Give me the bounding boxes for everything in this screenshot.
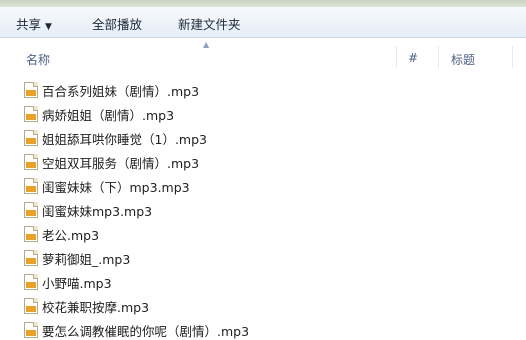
share-button[interactable]: 共享 ▼ xyxy=(16,14,52,33)
mp3-file-icon xyxy=(24,154,38,170)
mp3-file-icon xyxy=(24,250,38,266)
column-divider[interactable] xyxy=(438,46,439,68)
file-row[interactable]: 闺蜜妹妹（下）mp3.mp3 xyxy=(24,176,404,196)
file-name: 百合系列姐妹（剧情）.mp3 xyxy=(42,83,200,99)
play-all-button[interactable]: 全部播放 xyxy=(92,14,142,33)
mp3-file-icon xyxy=(24,226,38,242)
file-name: 要怎么调教催眠的你呢（剧情）.mp3 xyxy=(42,323,250,339)
file-row[interactable]: 校花兼职按摩.mp3 xyxy=(24,296,404,316)
column-header-name[interactable]: 名称 xyxy=(26,51,50,68)
command-toolbar: 共享 ▼ 全部播放 新建文件夹 xyxy=(0,7,526,38)
file-row[interactable]: 小野喵.mp3 xyxy=(24,272,404,292)
column-header-title[interactable]: 标题 xyxy=(451,51,475,68)
chevron-down-icon: ▼ xyxy=(45,22,52,32)
file-name: 姐姐舔耳哄你睡觉（1）.mp3 xyxy=(42,131,207,147)
file-row[interactable]: 病娇姐姐（剧情）.mp3 xyxy=(24,104,404,124)
mp3-file-icon xyxy=(24,106,38,122)
mp3-file-icon xyxy=(24,322,38,338)
file-name: 小野喵.mp3 xyxy=(42,275,112,291)
window-top-strip xyxy=(0,0,526,7)
file-row[interactable]: 闺蜜妹妹mp3.mp3 xyxy=(24,200,404,220)
file-name: 空姐双耳服务（剧情）.mp3 xyxy=(42,155,200,171)
file-row[interactable]: 老公.mp3 xyxy=(24,224,404,244)
file-row[interactable]: 空姐双耳服务（剧情）.mp3 xyxy=(24,152,404,172)
file-name: 闺蜜妹妹（下）mp3.mp3 xyxy=(42,179,190,195)
file-row[interactable]: 萝莉御姐_.mp3 xyxy=(24,248,404,268)
mp3-file-icon xyxy=(24,202,38,218)
column-divider[interactable] xyxy=(512,46,513,68)
mp3-file-icon xyxy=(24,298,38,314)
mp3-file-icon xyxy=(24,82,38,98)
new-folder-button[interactable]: 新建文件夹 xyxy=(178,14,241,33)
share-label: 共享 xyxy=(16,17,42,32)
file-name: 校花兼职按摩.mp3 xyxy=(42,299,150,315)
mp3-file-icon xyxy=(24,130,38,146)
file-name: 老公.mp3 xyxy=(42,227,100,243)
file-row[interactable]: 百合系列姐妹（剧情）.mp3 xyxy=(24,80,404,100)
file-row[interactable]: 要怎么调教催眠的你呢（剧情）.mp3 xyxy=(24,320,404,340)
column-header-row: ▲ 名称 # 标题 xyxy=(0,38,526,72)
column-divider[interactable] xyxy=(396,46,397,68)
file-row[interactable]: 姐姐舔耳哄你睡觉（1）.mp3 xyxy=(24,128,404,148)
mp3-file-icon xyxy=(24,178,38,194)
file-name: 萝莉御姐_.mp3 xyxy=(42,251,131,267)
column-header-number[interactable]: # xyxy=(408,51,418,65)
mp3-file-icon xyxy=(24,274,38,290)
file-name: 病娇姐姐（剧情）.mp3 xyxy=(42,107,175,123)
sort-caret-icon: ▲ xyxy=(203,40,210,49)
file-name: 闺蜜妹妹mp3.mp3 xyxy=(42,203,153,219)
